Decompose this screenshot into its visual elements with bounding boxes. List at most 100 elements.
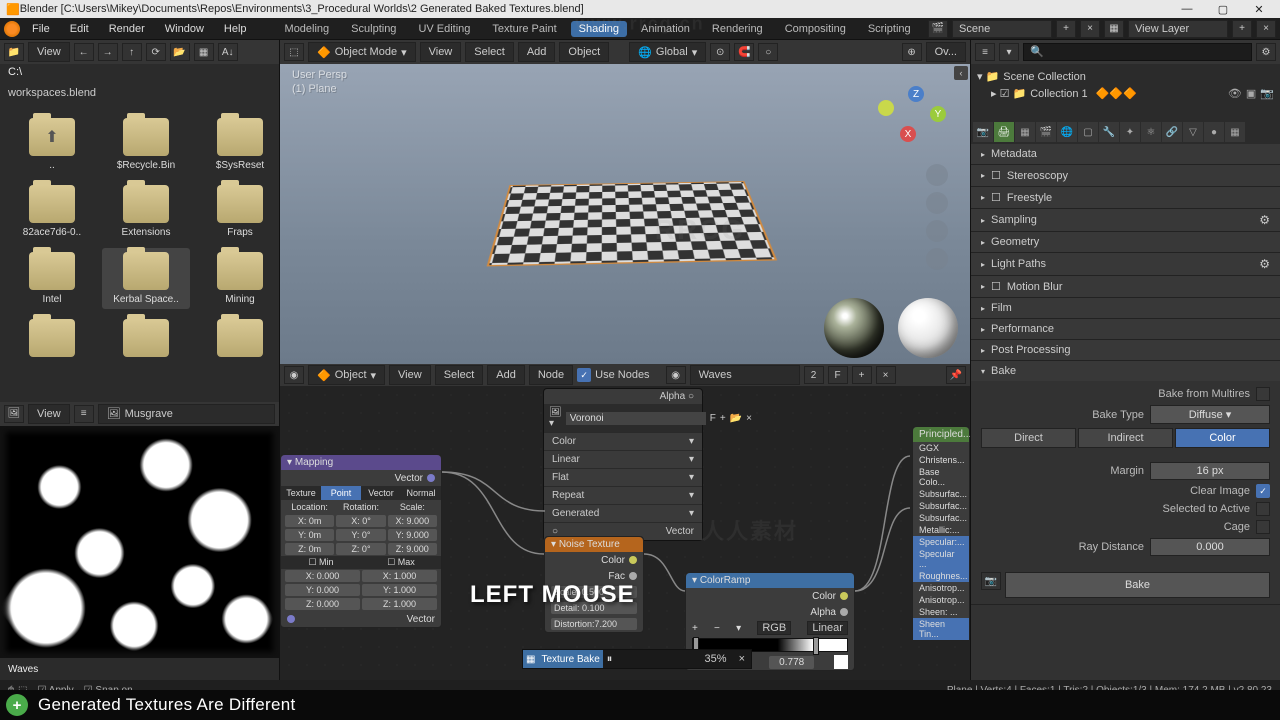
- nav-persp-icon[interactable]: [926, 248, 948, 270]
- prop-tab-object[interactable]: ▢: [1078, 122, 1098, 142]
- viewport-3d[interactable]: User Persp (1) Plane Z Y X ‹: [280, 64, 970, 364]
- tex-open-icon[interactable]: 📂: [730, 413, 742, 424]
- tex-fake-user-icon[interactable]: F: [710, 413, 716, 424]
- scene-icon[interactable]: 🎬: [928, 20, 948, 38]
- outliner-display-icon[interactable]: ▾: [999, 43, 1019, 61]
- properties-panel[interactable]: ▸Metadata ▸☐Stereoscopy ▸☐Freestyle ▸Sam…: [971, 144, 1280, 680]
- bake-indirect-button[interactable]: Indirect: [1078, 428, 1173, 448]
- menu-help[interactable]: Help: [216, 21, 255, 37]
- bake-button[interactable]: Bake: [1005, 572, 1270, 598]
- filebrowser-view-menu[interactable]: View: [28, 42, 70, 62]
- axis-x[interactable]: X: [900, 126, 916, 142]
- minimize-button[interactable]: —: [1172, 3, 1202, 16]
- mapping-node-header[interactable]: ▾ Mapping: [281, 455, 441, 470]
- bake-sel-active-checkbox[interactable]: [1256, 502, 1270, 516]
- material-fake-user-icon[interactable]: F: [828, 366, 848, 384]
- image-texture-popup[interactable]: Alpha ○ 🖼▾ F + 📂 × Color▾ Linear▾ Flat▾ …: [543, 388, 703, 541]
- folder-item-11[interactable]: [102, 315, 190, 365]
- noise-node-header[interactable]: ▾ Noise Texture: [545, 537, 643, 552]
- scene-delete-button[interactable]: ×: [1080, 20, 1100, 38]
- tex-new-icon[interactable]: +: [720, 413, 726, 424]
- material-unlink-icon[interactable]: ×: [876, 366, 896, 384]
- menu-render[interactable]: Render: [101, 21, 153, 37]
- viewport-select-menu[interactable]: Select: [465, 42, 514, 62]
- filebrowser-display-icon[interactable]: ▦: [194, 43, 214, 61]
- use-nodes-checkbox[interactable]: ✓: [577, 368, 591, 382]
- tex-browse-icon[interactable]: 🖼▾: [549, 407, 562, 429]
- menu-file[interactable]: File: [24, 21, 58, 37]
- folder-up[interactable]: ..: [8, 114, 96, 175]
- tab-uv-editing[interactable]: UV Editing: [410, 21, 478, 37]
- folder-item-12[interactable]: [196, 315, 284, 365]
- render-icon[interactable]: 📷: [1260, 87, 1274, 100]
- outliner[interactable]: ▾ 📁 Scene Collection ▸ ☑ 📁 Collection 1 …: [971, 64, 1280, 120]
- gizmo-toggle-icon[interactable]: ⊕: [902, 43, 922, 61]
- image-editor-type-icon[interactable]: 🖼: [4, 405, 24, 423]
- nav-camera-icon[interactable]: [926, 220, 948, 242]
- prop-tab-material[interactable]: ●: [1204, 122, 1224, 142]
- node-editor-type-icon[interactable]: ◉: [284, 366, 304, 384]
- filebrowser-refresh-icon[interactable]: ⟳: [146, 43, 166, 61]
- prop-tab-scene[interactable]: 🎬: [1036, 122, 1056, 142]
- orientation-select[interactable]: 🌐 Global ▾: [629, 42, 706, 62]
- viewport-editor-type-icon[interactable]: ⬚: [284, 43, 304, 61]
- outliner-search[interactable]: [1023, 43, 1252, 61]
- filebrowser-filename[interactable]: workspaces.blend: [0, 84, 279, 106]
- scene-add-button[interactable]: +: [1056, 20, 1076, 38]
- prop-tab-modifier[interactable]: 🔧: [1099, 122, 1119, 142]
- nav-move-icon[interactable]: [926, 192, 948, 214]
- material-new-icon[interactable]: +: [852, 366, 872, 384]
- visibility-icon[interactable]: 👁: [1228, 87, 1242, 100]
- outliner-filter-icon[interactable]: ⚙: [1256, 43, 1276, 61]
- node-select-menu[interactable]: Select: [435, 365, 484, 385]
- filebrowser-up-icon[interactable]: ↑: [122, 43, 142, 61]
- principled-header[interactable]: Principled...: [913, 427, 969, 442]
- prop-tab-layer[interactable]: ▦: [1015, 122, 1035, 142]
- bake-cage-checkbox[interactable]: [1256, 520, 1270, 534]
- tab-scripting[interactable]: Scripting: [860, 21, 919, 37]
- folder-recycle[interactable]: $Recycle.Bin: [102, 114, 190, 175]
- mapping-tabs[interactable]: TexturePointVectorNormal: [281, 486, 441, 500]
- prop-tab-texture[interactable]: ▦: [1225, 122, 1245, 142]
- sec-performance[interactable]: ▸Performance: [971, 319, 1280, 339]
- node-mode-select[interactable]: 🔶 Object ▾: [308, 365, 385, 385]
- bake-multires-checkbox[interactable]: [1256, 387, 1270, 401]
- sec-stereoscopy[interactable]: ▸☐Stereoscopy: [971, 165, 1280, 186]
- tab-modeling[interactable]: Modeling: [277, 21, 338, 37]
- filebrowser-newdir-icon[interactable]: 📂: [170, 43, 190, 61]
- folder-sysreset[interactable]: $SysReset: [196, 114, 284, 175]
- tex-interpolation[interactable]: Linear▾: [544, 450, 702, 468]
- prop-tab-output[interactable]: 🖨: [994, 122, 1014, 142]
- pin-icon[interactable]: 📌: [946, 366, 966, 384]
- image-editor-menu-icon[interactable]: ≡: [74, 405, 94, 423]
- menu-window[interactable]: Window: [157, 21, 212, 37]
- tex-color-space[interactable]: Color▾: [544, 432, 702, 450]
- prop-tab-mesh[interactable]: ▽: [1183, 122, 1203, 142]
- sec-bake[interactable]: ▾Bake: [971, 361, 1280, 381]
- folder-mining[interactable]: Mining: [196, 248, 284, 309]
- nav-zoom-icon[interactable]: [926, 164, 948, 186]
- prog-pause-icon[interactable]: ⏸: [607, 653, 615, 666]
- colorramp-linear[interactable]: Linear: [807, 621, 848, 635]
- scene-collection-row[interactable]: ▾ 📁 Scene Collection: [977, 68, 1274, 85]
- layer-name-input[interactable]: [1128, 20, 1228, 38]
- filebrowser-forward-icon[interactable]: →: [98, 43, 118, 61]
- axis-neg[interactable]: [878, 100, 894, 116]
- maximize-button[interactable]: ▢: [1208, 3, 1238, 16]
- axis-z[interactable]: Z: [908, 86, 924, 102]
- bake-direct-button[interactable]: Direct: [981, 428, 1076, 448]
- sec-light-paths[interactable]: ▸Light Paths⚙: [971, 253, 1280, 275]
- tex-source[interactable]: Generated▾: [544, 504, 702, 522]
- prop-tab-physics[interactable]: ⚛: [1141, 122, 1161, 142]
- tab-sculpting[interactable]: Sculpting: [343, 21, 404, 37]
- mapping-node[interactable]: ▾ Mapping Vector TexturePointVectorNorma…: [280, 454, 442, 628]
- sec-geometry[interactable]: ▸Geometry: [971, 232, 1280, 252]
- sec-metadata[interactable]: ▸Metadata: [971, 144, 1280, 164]
- image-preview[interactable]: [0, 426, 279, 658]
- colorramp-color-swatch[interactable]: [834, 655, 848, 669]
- close-button[interactable]: ✕: [1244, 3, 1274, 16]
- material-users[interactable]: 2: [804, 366, 824, 384]
- prop-tab-render[interactable]: 📷: [973, 122, 993, 142]
- tab-shading[interactable]: Shading: [571, 21, 627, 37]
- prop-tab-particles[interactable]: ✦: [1120, 122, 1140, 142]
